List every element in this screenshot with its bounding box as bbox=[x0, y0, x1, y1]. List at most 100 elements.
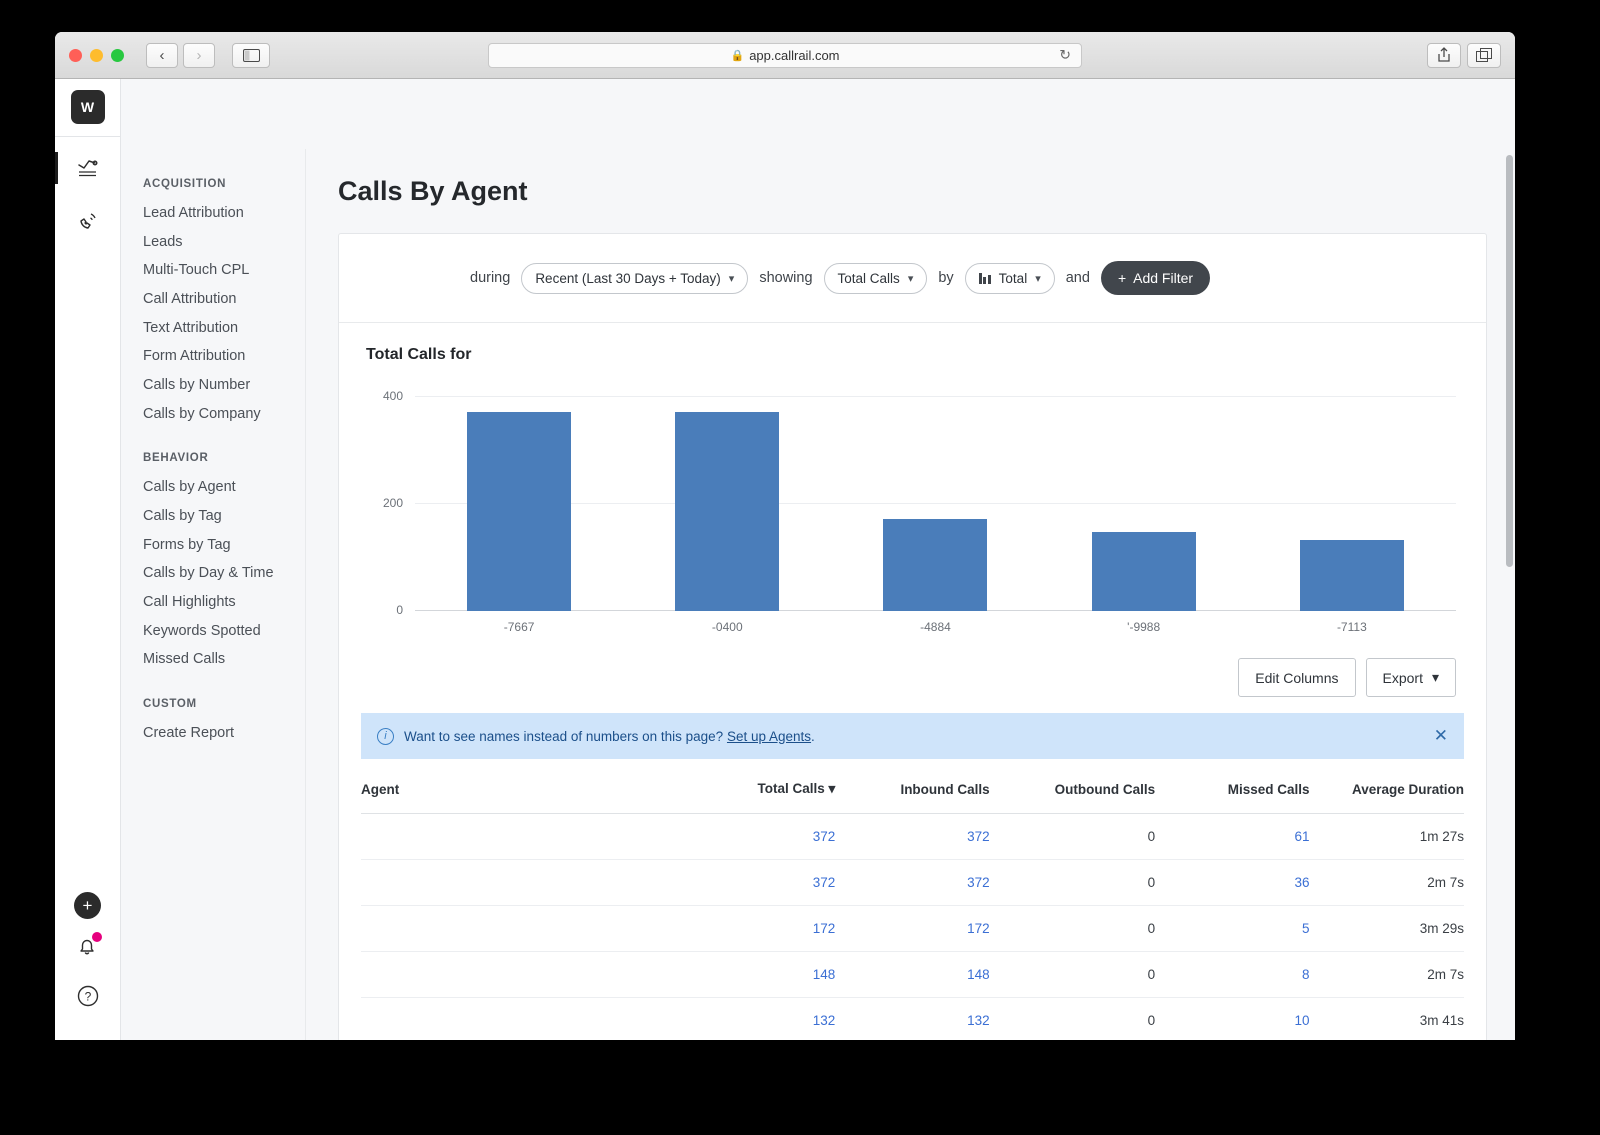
window-controls bbox=[69, 48, 124, 62]
help-button[interactable]: ? bbox=[66, 974, 110, 1018]
bar-0[interactable] bbox=[467, 412, 572, 611]
column-header-total-calls[interactable]: Total Calls ▾ bbox=[691, 759, 836, 814]
sidebar-item-form-attribution[interactable]: Form Attribution bbox=[143, 342, 305, 371]
export-button[interactable]: Export ▾ bbox=[1365, 658, 1456, 697]
cell-inbound-calls[interactable]: 172 bbox=[835, 905, 990, 952]
sidebar-item-calls-by-day-time[interactable]: Calls by Day & Time bbox=[143, 559, 305, 588]
minimize-window-button[interactable] bbox=[90, 48, 103, 62]
setup-agents-link[interactable]: Set up Agents bbox=[727, 729, 811, 744]
metric-value: Total Calls bbox=[837, 270, 900, 286]
bar-chart-icon bbox=[978, 272, 991, 284]
browser-window: ‹ › 🔒 app.callrail.com ↻ W + ? ACQUISITI… bbox=[55, 32, 1515, 1040]
rail-item-analytics[interactable] bbox=[55, 146, 110, 190]
bar-2[interactable] bbox=[883, 519, 988, 611]
add-button[interactable]: + bbox=[74, 892, 101, 919]
sidebar-item-text-attribution[interactable]: Text Attribution bbox=[143, 314, 305, 343]
date-range-dropdown[interactable]: Recent (Last 30 Days + Today) ▾ bbox=[521, 262, 749, 294]
metric-dropdown[interactable]: Total Calls ▾ bbox=[823, 262, 928, 294]
cell-missed-calls[interactable]: 10 bbox=[1155, 997, 1310, 1040]
rail-bottom-group: + ? bbox=[66, 892, 110, 1018]
bar-1[interactable] bbox=[675, 412, 780, 611]
close-window-button[interactable] bbox=[69, 48, 82, 62]
sidebar-item-calls-by-tag[interactable]: Calls by Tag bbox=[143, 502, 305, 531]
table-row[interactable]: 372 372 0 61 1m 27s bbox=[361, 813, 1464, 860]
sidebar-item-calls-by-number[interactable]: Calls by Number bbox=[143, 371, 305, 400]
table-row[interactable]: 148 148 0 8 2m 7s bbox=[361, 951, 1464, 998]
y-tick-0: 0 bbox=[396, 603, 403, 617]
table-body: 372 372 0 61 1m 27s 372 372 0 36 2m 7s 1… bbox=[361, 813, 1464, 1040]
sidebar-group-custom: CUSTOM bbox=[143, 698, 197, 711]
column-header-avg-duration[interactable]: Average Duration bbox=[1309, 759, 1464, 814]
cell-avg-duration: 2m 7s bbox=[1309, 951, 1464, 998]
chart-section: Total Calls for 400 200 0 -7667 -0400 -4… bbox=[339, 323, 1486, 634]
share-button[interactable] bbox=[1427, 42, 1461, 68]
cell-total-calls[interactable]: 372 bbox=[691, 859, 836, 906]
sidebar-item-calls-by-agent[interactable]: Calls by Agent bbox=[143, 479, 236, 495]
sidebar-item-keywords-spotted[interactable]: Keywords Spotted bbox=[143, 617, 305, 646]
by-label: by bbox=[938, 270, 954, 286]
account-avatar[interactable]: W bbox=[70, 90, 105, 124]
notifications-button[interactable] bbox=[74, 932, 102, 960]
cell-outbound-calls: 0 bbox=[989, 905, 1156, 952]
sidebar-item-call-attribution[interactable]: Call Attribution bbox=[143, 285, 305, 314]
bar-3[interactable] bbox=[1091, 532, 1196, 611]
lock-icon: 🔒 bbox=[730, 49, 745, 62]
bar-chart: 400 200 0 -7667 -0400 -4884 '-9988 -7113 bbox=[369, 389, 1456, 634]
cell-inbound-calls[interactable]: 132 bbox=[835, 997, 990, 1040]
close-icon[interactable]: ✕ bbox=[1434, 726, 1448, 746]
cell-missed-calls[interactable]: 61 bbox=[1155, 813, 1310, 860]
forward-button[interactable]: › bbox=[183, 42, 215, 68]
cell-inbound-calls[interactable]: 148 bbox=[835, 951, 990, 998]
group-by-dropdown[interactable]: Total ▾ bbox=[964, 262, 1055, 294]
sidebar-group-behavior: BEHAVIOR bbox=[143, 452, 209, 465]
cell-total-calls[interactable]: 372 bbox=[691, 813, 836, 860]
vertical-scrollbar[interactable] bbox=[1506, 155, 1513, 567]
sidebar-item-calls-by-company[interactable]: Calls by Company bbox=[143, 400, 305, 429]
reports-sidebar: ACQUISITION Lead Attribution Leads Multi… bbox=[121, 149, 306, 1040]
cell-avg-duration: 1m 27s bbox=[1309, 813, 1464, 860]
address-bar[interactable]: 🔒 app.callrail.com ↻ bbox=[488, 42, 1082, 68]
cell-missed-calls[interactable]: 8 bbox=[1155, 951, 1310, 998]
sidebar-item-leads[interactable]: Leads bbox=[143, 228, 305, 257]
column-header-missed-calls[interactable]: Missed Calls bbox=[1155, 759, 1310, 814]
showing-label: showing bbox=[759, 270, 813, 286]
sidebar-item-missed-calls[interactable]: Missed Calls bbox=[143, 645, 305, 674]
add-filter-button[interactable]: + Add Filter bbox=[1100, 261, 1211, 295]
rail-item-calls[interactable] bbox=[66, 199, 110, 243]
edit-columns-button[interactable]: Edit Columns bbox=[1238, 658, 1356, 697]
back-button[interactable]: ‹ bbox=[146, 42, 178, 68]
cell-inbound-calls[interactable]: 372 bbox=[835, 813, 990, 860]
sidebar-item-multi-touch-cpl[interactable]: Multi-Touch CPL bbox=[143, 256, 305, 285]
show-tabs-button[interactable] bbox=[1467, 42, 1501, 68]
reload-button[interactable]: ↻ bbox=[1059, 47, 1071, 64]
sidebar-item-lead-attribution[interactable]: Lead Attribution bbox=[143, 199, 305, 228]
table-row[interactable]: 132 132 0 10 3m 41s bbox=[361, 997, 1464, 1040]
browser-titlebar: ‹ › 🔒 app.callrail.com ↻ bbox=[55, 32, 1515, 79]
cell-agent bbox=[361, 951, 692, 998]
cell-outbound-calls: 0 bbox=[989, 859, 1156, 906]
cell-missed-calls[interactable]: 36 bbox=[1155, 859, 1310, 906]
show-sidebar-button[interactable] bbox=[232, 42, 270, 68]
cell-inbound-calls[interactable]: 372 bbox=[835, 859, 990, 906]
cell-total-calls[interactable]: 148 bbox=[691, 951, 836, 998]
cell-total-calls[interactable]: 172 bbox=[691, 905, 836, 952]
table-row[interactable]: 172 172 0 5 3m 29s bbox=[361, 905, 1464, 952]
plus-icon: + bbox=[1117, 270, 1127, 286]
x-label-0: -7667 bbox=[503, 620, 535, 634]
cell-missed-calls[interactable]: 5 bbox=[1155, 905, 1310, 952]
sidebar-item-forms-by-tag[interactable]: Forms by Tag bbox=[143, 531, 305, 560]
banner-text: Want to see names instead of numbers on … bbox=[404, 728, 724, 744]
column-header-inbound-calls[interactable]: Inbound Calls bbox=[835, 759, 990, 814]
table-row[interactable]: 372 372 0 36 2m 7s bbox=[361, 859, 1464, 906]
column-header-outbound-calls[interactable]: Outbound Calls bbox=[989, 759, 1156, 814]
group-by-value: Total bbox=[998, 270, 1028, 286]
table-toolbar: Edit Columns Export ▾ bbox=[339, 658, 1456, 697]
sidebar-item-call-highlights[interactable]: Call Highlights bbox=[143, 588, 305, 617]
maximize-window-button[interactable] bbox=[111, 48, 124, 62]
cell-total-calls[interactable]: 132 bbox=[691, 997, 836, 1040]
chart-bars bbox=[415, 396, 1456, 611]
sidebar-item-create-report[interactable]: Create Report bbox=[143, 719, 305, 748]
column-header-agent[interactable]: Agent bbox=[361, 759, 692, 814]
bar-4[interactable] bbox=[1299, 540, 1404, 611]
sidebar-icon bbox=[242, 48, 260, 62]
